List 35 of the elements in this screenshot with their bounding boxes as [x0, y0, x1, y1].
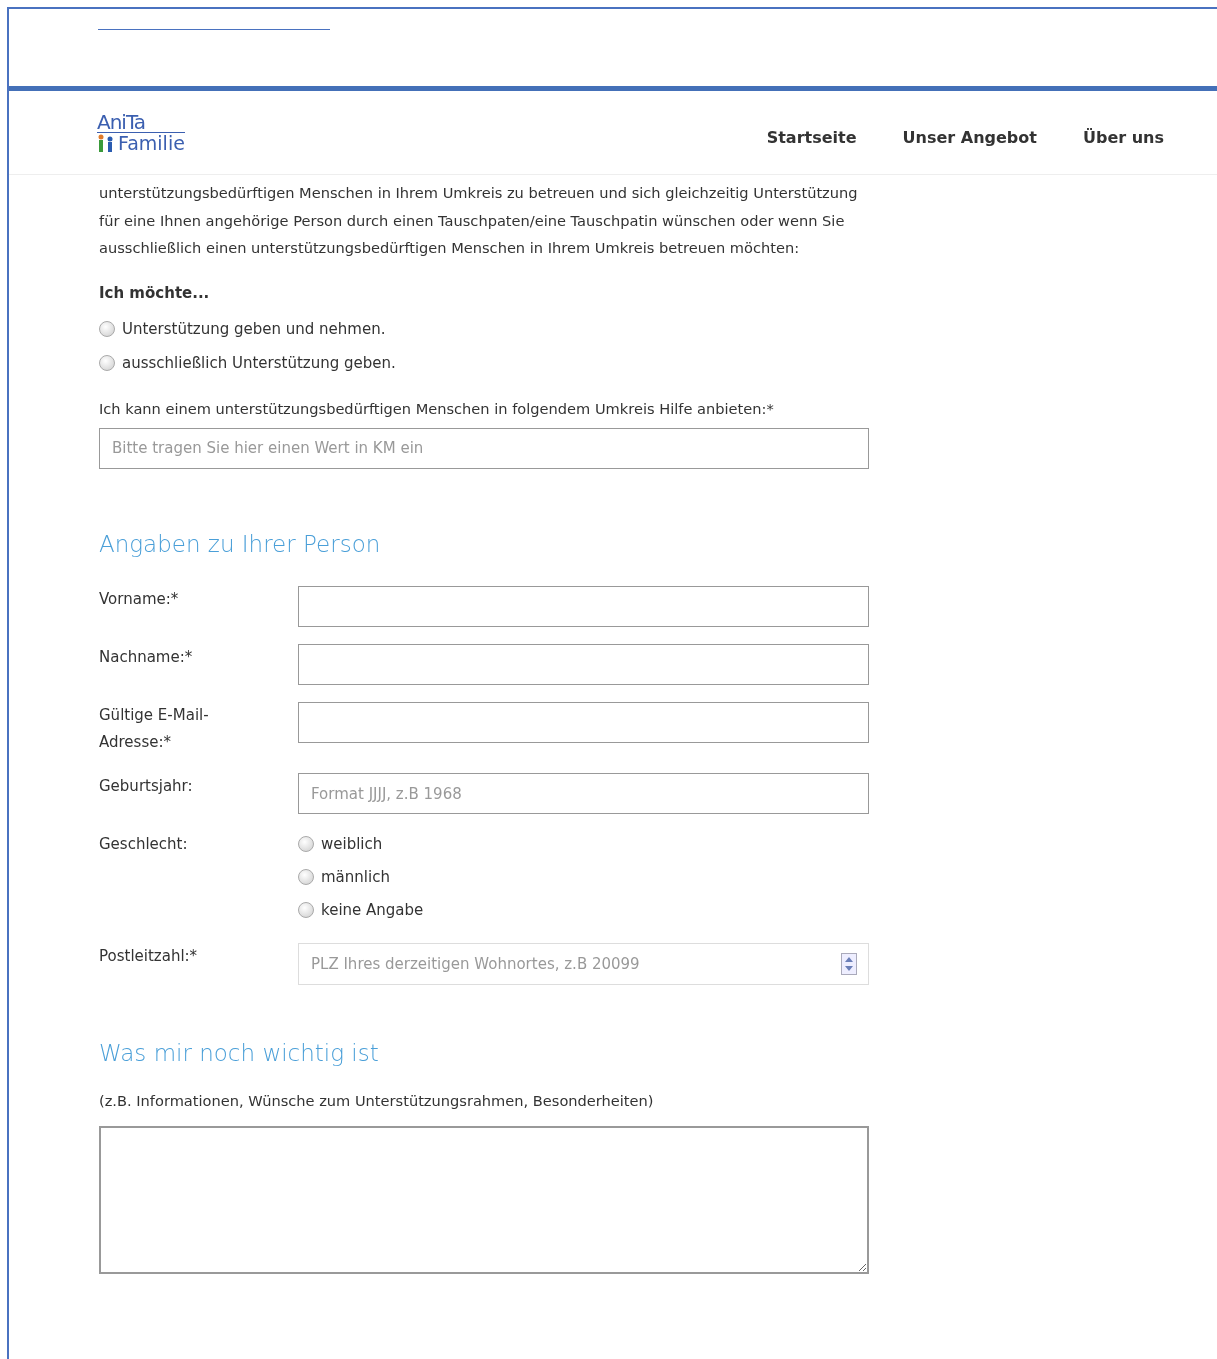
radio-button[interactable] [99, 321, 115, 337]
text-input-field[interactable]: Format JJJJ, z.B 1968 [298, 773, 869, 815]
text-input-field[interactable] [298, 586, 869, 628]
text-input-field[interactable] [298, 644, 869, 686]
field-label: Nachname:* [99, 647, 194, 669]
logo-text[interactable]: Familie [118, 133, 185, 153]
question-label: Ich möchte... [99, 282, 211, 304]
nav-link[interactable]: Über uns [1059, 125, 1187, 150]
notes-text-area[interactable] [99, 1125, 869, 1274]
nav-link[interactable]: Startseite [743, 125, 880, 150]
km-input-field[interactable]: Bitte tragen Sie hier einen Wert in KM ein [99, 427, 869, 469]
spinner-arrows-icon[interactable] [841, 953, 857, 976]
radio-label: Unterstützung geben und nehmen. [122, 318, 386, 340]
text-input-field[interactable] [298, 702, 869, 744]
radio-button[interactable] [99, 355, 115, 371]
radio-label: weiblich [321, 833, 383, 855]
intro-paragraph: unterstützungsbedürftigen Menschen in Ihrem Umkreis zu betreuen und sich gleichzeitig Unterstützung für eine Ihnen angehörige Person durch einen Tauschpaten/eine Tauschpatin wünschen oder wenn Sie ausschließlich einen unterstützungsbedürftigen Menschen in Ihrem Umkreis betreuen möchten: [99, 183, 859, 258]
field-label: Geburtsjahr: [99, 776, 194, 798]
radio-button[interactable] [298, 869, 314, 885]
logo-text[interactable]: AniTa [97, 112, 185, 133]
section-heading: Was mir noch wichtig ist [99, 1040, 380, 1069]
field-label: Gültige E-Mail-Adresse:* [99, 705, 210, 754]
field-label: Vorname:* [99, 589, 180, 611]
field-label: Postleitzahl:* [99, 946, 199, 968]
radio-label: männlich [321, 866, 390, 888]
radio-button[interactable] [298, 836, 314, 852]
field-label: Geschlecht: [99, 834, 189, 856]
radio-label: keine Angabe [321, 899, 424, 921]
hint-text: (z.B. Informationen, Wünsche zum Unterstützungsrahmen, Besonderheiten) [99, 1091, 655, 1112]
section-heading: Angaben zu Ihrer Person [99, 530, 382, 559]
radio-button[interactable] [298, 902, 314, 918]
postcode-input-field[interactable]: PLZ Ihres derzeitigen Wohnortes, z.B 20099 [298, 943, 869, 986]
radio-label: ausschließlich Unterstützung geben. [122, 352, 396, 374]
nav-link[interactable]: Unser Angebot [879, 125, 1060, 150]
field-label: Ich kann einem unterstützungsbedürftigen Menschen in folgendem Umkreis Hilfe anbieten:* [99, 399, 775, 419]
